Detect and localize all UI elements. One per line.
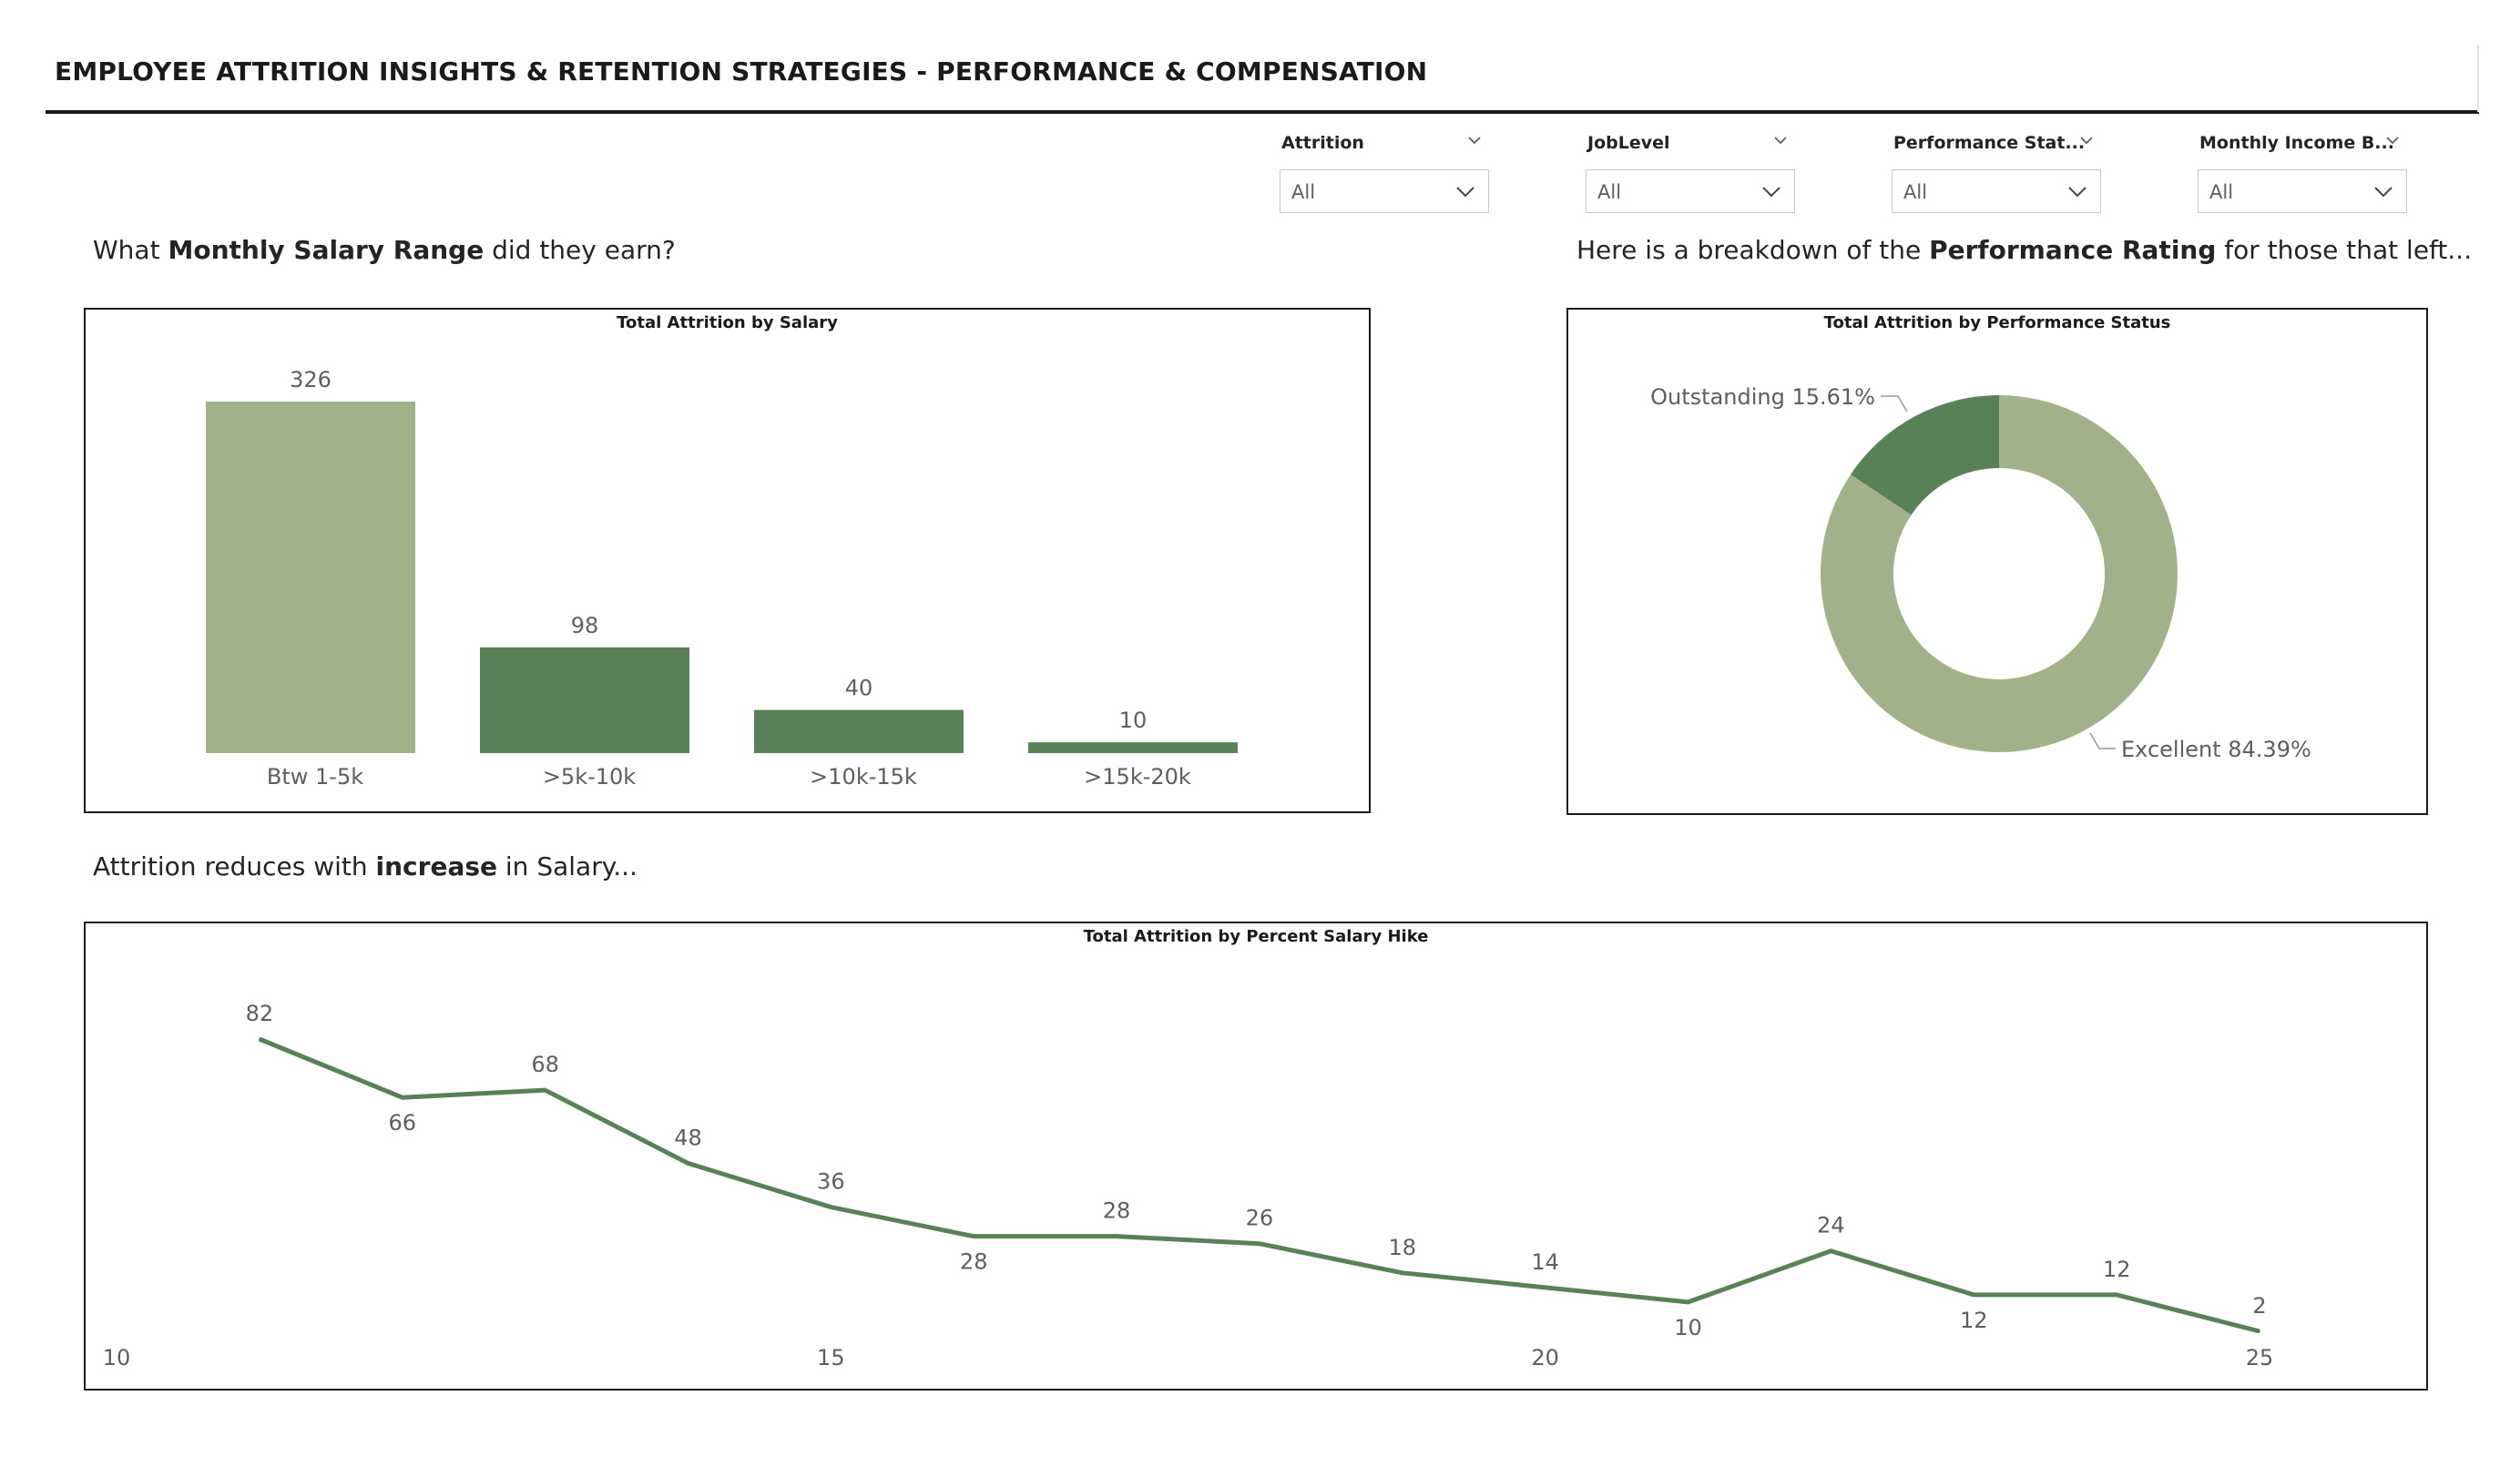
line-data-label: 36 bbox=[817, 1169, 845, 1195]
line-point bbox=[1116, 1235, 1118, 1238]
line-point bbox=[973, 1235, 975, 1238]
line-data-label: 68 bbox=[531, 1052, 559, 1077]
slicer-income-label: Monthly Income B... bbox=[2199, 133, 2394, 153]
hike-series-line[interactable] bbox=[258, 1036, 2260, 1334]
line-data-label: 66 bbox=[388, 1110, 416, 1136]
salary-question: What Monthly Salary Range did they earn? bbox=[93, 235, 676, 265]
bar-data-label: 10 bbox=[1119, 708, 1148, 733]
bar-2[interactable] bbox=[480, 647, 689, 753]
line-point bbox=[401, 1096, 403, 1099]
bar-category-label: >10k-15k bbox=[810, 764, 917, 790]
clear-chevron-icon[interactable] bbox=[2079, 133, 2094, 148]
line-data-label: 12 bbox=[2103, 1257, 2131, 1282]
slicer-joblevel-label: JobLevel bbox=[1587, 133, 1670, 153]
salary-question-pre: What bbox=[93, 235, 168, 265]
performance-question-post: for those that left... bbox=[2216, 235, 2473, 265]
slicer-attrition: Attrition All bbox=[1280, 127, 1489, 219]
hike-question-post: in Salary... bbox=[497, 851, 638, 881]
line-point bbox=[544, 1089, 546, 1092]
x-tick-label: 20 bbox=[1531, 1345, 1559, 1370]
slicer-joblevel-dropdown[interactable]: All bbox=[1586, 169, 1795, 213]
outstanding-data-label: Outstanding 15.61% bbox=[1650, 384, 1875, 410]
slicer-attrition-dropdown[interactable]: All bbox=[1280, 169, 1489, 213]
bar-3[interactable] bbox=[754, 709, 964, 753]
line-point bbox=[1401, 1271, 1403, 1274]
performance-question: Here is a breakdown of the Performance R… bbox=[1576, 235, 2472, 265]
line-point bbox=[830, 1206, 832, 1208]
bar-4[interactable] bbox=[1028, 742, 1238, 753]
line-point bbox=[1973, 1293, 1975, 1296]
salary-bar-chart-panel[interactable]: Total Attrition by Salary 326 Btw 1-5k 98 >… bbox=[84, 308, 1371, 813]
line-data-label: 2 bbox=[2252, 1293, 2266, 1319]
line-point bbox=[2116, 1293, 2118, 1296]
chevron-down-icon bbox=[1762, 187, 1780, 198]
slicer-income-value: All bbox=[2209, 181, 2234, 203]
slicer-attrition-value: All bbox=[1291, 181, 1316, 203]
clear-chevron-icon[interactable] bbox=[1467, 133, 1482, 148]
slicer-attrition-label: Attrition bbox=[1281, 133, 1364, 153]
performance-question-bold: Performance Rating bbox=[1929, 235, 2217, 265]
line-data-label: 26 bbox=[1246, 1206, 1274, 1231]
bar-category-label: Btw 1-5k bbox=[267, 764, 363, 790]
salary-hike-line-chart-panel[interactable]: Total Attrition by Percent Salary Hike 8… bbox=[84, 922, 2428, 1391]
line-data-label: 28 bbox=[960, 1249, 988, 1275]
clear-chevron-icon[interactable] bbox=[1773, 133, 1788, 148]
salary-bar-chart: 326 Btw 1-5k 98 >5k-10k 40 >10k-15k 10 >15k-20k bbox=[206, 367, 1238, 790]
slicer-joblevel-value: All bbox=[1597, 181, 1622, 203]
line-data-label: 18 bbox=[1389, 1235, 1417, 1260]
line-data-label: 12 bbox=[1960, 1308, 1988, 1333]
bar-data-label: 326 bbox=[290, 367, 332, 392]
bar-data-label: 40 bbox=[845, 676, 873, 701]
slicer-performance-dropdown[interactable]: All bbox=[1892, 169, 2101, 213]
x-tick-label: 25 bbox=[2246, 1345, 2274, 1370]
line-point bbox=[2259, 1330, 2260, 1332]
bar-data-label: 98 bbox=[571, 613, 599, 638]
line-data-label: 24 bbox=[1817, 1213, 1845, 1238]
hike-question: Attrition reduces with increase in Salar… bbox=[93, 851, 638, 881]
salary-hike-line-chart: 82 66 68 48 36 28 28 26 18 14 10 24 12 12 2 10 15 20 25 bbox=[103, 1001, 2274, 1370]
excellent-leader-line bbox=[2089, 732, 2116, 749]
chevron-down-icon bbox=[1456, 187, 1474, 198]
performance-question-pre: Here is a breakdown of the bbox=[1576, 235, 1930, 265]
line-data-label: 14 bbox=[1531, 1249, 1559, 1275]
slicer-performance-value: All bbox=[1903, 181, 1928, 203]
bar-1[interactable] bbox=[206, 402, 415, 753]
line-data-label: 82 bbox=[246, 1001, 274, 1026]
hike-question-bold: increase bbox=[375, 851, 497, 881]
slicer-income-dropdown[interactable]: All bbox=[2198, 169, 2407, 213]
clear-chevron-icon[interactable] bbox=[2385, 133, 2400, 148]
line-point bbox=[687, 1162, 689, 1165]
line-point bbox=[1687, 1300, 1689, 1303]
performance-donut-chart: Outstanding 15.61% Excellent 84.39% bbox=[1650, 384, 2311, 762]
line-data-label: 48 bbox=[674, 1125, 702, 1150]
slicer-joblevel: JobLevel All bbox=[1586, 127, 1795, 219]
line-data-label: 28 bbox=[1103, 1198, 1131, 1224]
excellent-data-label: Excellent 84.39% bbox=[2121, 737, 2311, 762]
outstanding-leader-line bbox=[1881, 395, 1908, 413]
hike-question-pre: Attrition reduces with bbox=[93, 851, 376, 881]
line-point bbox=[1544, 1286, 1546, 1289]
bar-category-label: >15k-20k bbox=[1084, 764, 1191, 790]
x-tick-label: 15 bbox=[817, 1345, 845, 1370]
x-tick-label: 10 bbox=[103, 1345, 131, 1370]
line-point bbox=[1258, 1242, 1260, 1245]
salary-question-bold: Monthly Salary Range bbox=[168, 235, 485, 265]
title-divider bbox=[46, 110, 2479, 114]
page-title: EMPLOYEE ATTRITION INSIGHTS & RETENTION … bbox=[55, 56, 1428, 87]
slicer-performance-label: Performance Stat... bbox=[1893, 133, 2086, 153]
performance-donut-chart-panel[interactable]: Total Attrition by Performance Status Ou… bbox=[1566, 308, 2428, 815]
slicer-performance-status: Performance Stat... All bbox=[1892, 127, 2101, 219]
bar-category-label: >5k-10k bbox=[543, 764, 636, 790]
line-point bbox=[258, 1038, 260, 1040]
chevron-down-icon bbox=[2068, 187, 2086, 198]
header-edge-line bbox=[2477, 46, 2479, 112]
line-data-label: 10 bbox=[1674, 1315, 1702, 1340]
line-point bbox=[1830, 1249, 1832, 1252]
chevron-down-icon bbox=[2374, 187, 2392, 198]
salary-question-post: did they earn? bbox=[484, 235, 676, 265]
slicer-monthly-income: Monthly Income B... All bbox=[2198, 127, 2407, 219]
